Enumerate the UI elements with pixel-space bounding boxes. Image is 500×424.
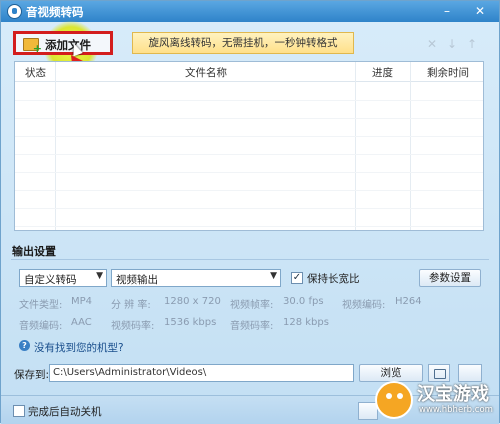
resolution-value: 1280 x 720 (164, 296, 221, 307)
file-type-label: 文件类型: (19, 300, 63, 311)
app-icon (7, 4, 22, 19)
save-to-label: 保存到: (14, 369, 50, 381)
output-type-select[interactable]: 视频输出 ▼ (111, 269, 281, 287)
video-codec-value: H264 (395, 296, 422, 307)
site-watermark: 汉宝游戏 www.hbherb.com (375, 377, 500, 424)
remove-icon[interactable]: ✕ (425, 38, 439, 50)
window-title: 音视频转码 (26, 5, 84, 19)
table-row (15, 154, 483, 173)
divider (11, 259, 489, 260)
video-bitrate-value: 1536 kbps (164, 317, 217, 328)
table-row (15, 208, 483, 227)
keep-ratio-checkbox[interactable]: ✓ (291, 272, 303, 284)
title-bar: 音视频转码 – ✕ (1, 1, 499, 22)
file-type-value: MP4 (71, 296, 93, 307)
parameter-settings-button[interactable]: 参数设置 (419, 269, 481, 287)
table-row (15, 118, 483, 137)
table-row (15, 136, 483, 155)
audio-bitrate-value: 128 kbps (283, 317, 329, 328)
keep-ratio-label: 保持长宽比 (307, 273, 360, 285)
table-row (15, 172, 483, 191)
mode-select[interactable]: 自定义转码 ▼ (19, 269, 107, 287)
chevron-down-icon: ▼ (270, 271, 277, 281)
column-filename: 文件名称 (185, 67, 227, 79)
help-icon: ? (19, 340, 30, 351)
move-up-icon[interactable]: ↑ (465, 38, 479, 50)
offline-transcode-banner[interactable]: 旋风离线转码，无需挂机，一秒钟转格式 (132, 32, 354, 54)
column-progress: 进度 (372, 67, 393, 79)
chevron-down-icon: ▼ (96, 271, 103, 281)
table-row (15, 100, 483, 119)
watermark-title: 汉宝游戏 (417, 384, 489, 405)
minimize-button[interactable]: – (438, 3, 456, 19)
audio-codec-label: 音频编码: (19, 321, 63, 332)
video-codec-label: 视频编码: (342, 300, 386, 311)
move-down-icon[interactable]: ↓ (445, 38, 459, 50)
watermark-logo-icon (375, 381, 413, 419)
video-bitrate-label: 视频码率: (111, 321, 155, 332)
column-status: 状态 (25, 67, 46, 79)
audio-codec-value: AAC (71, 317, 92, 328)
watermark-url: www.hbherb.com (419, 405, 493, 415)
auto-shutdown-checkbox[interactable] (13, 405, 25, 417)
framerate-value: 30.0 fps (283, 296, 324, 307)
table-row (15, 190, 483, 209)
device-not-found-link[interactable]: 没有找到您的机型? (34, 340, 124, 355)
output-settings-title: 输出设置 (12, 245, 56, 258)
add-file-icon (23, 38, 42, 55)
resolution-label: 分 辨 率: (111, 300, 151, 311)
audio-bitrate-label: 音频码率: (230, 321, 274, 332)
save-path-input[interactable]: C:\Users\Administrator\Videos\ (49, 364, 354, 382)
table-row (15, 82, 483, 101)
file-table[interactable]: 状态 文件名称 进度 剩余时间 (14, 61, 484, 231)
table-header: 状态 文件名称 进度 剩余时间 (15, 62, 483, 82)
transcode-window: 音视频转码 – ✕ 添加文件 旋风离线转码，无需挂机，一秒钟转格式 ✕ ↓ ↑ … (0, 0, 500, 424)
mode-select-value: 自定义转码 (24, 274, 77, 286)
close-button[interactable]: ✕ (471, 3, 489, 19)
auto-shutdown-label: 完成后自动关机 (28, 406, 102, 418)
column-remaining: 剩余时间 (427, 67, 469, 79)
output-type-value: 视频输出 (116, 274, 158, 286)
framerate-label: 视频帧率: (230, 300, 274, 311)
